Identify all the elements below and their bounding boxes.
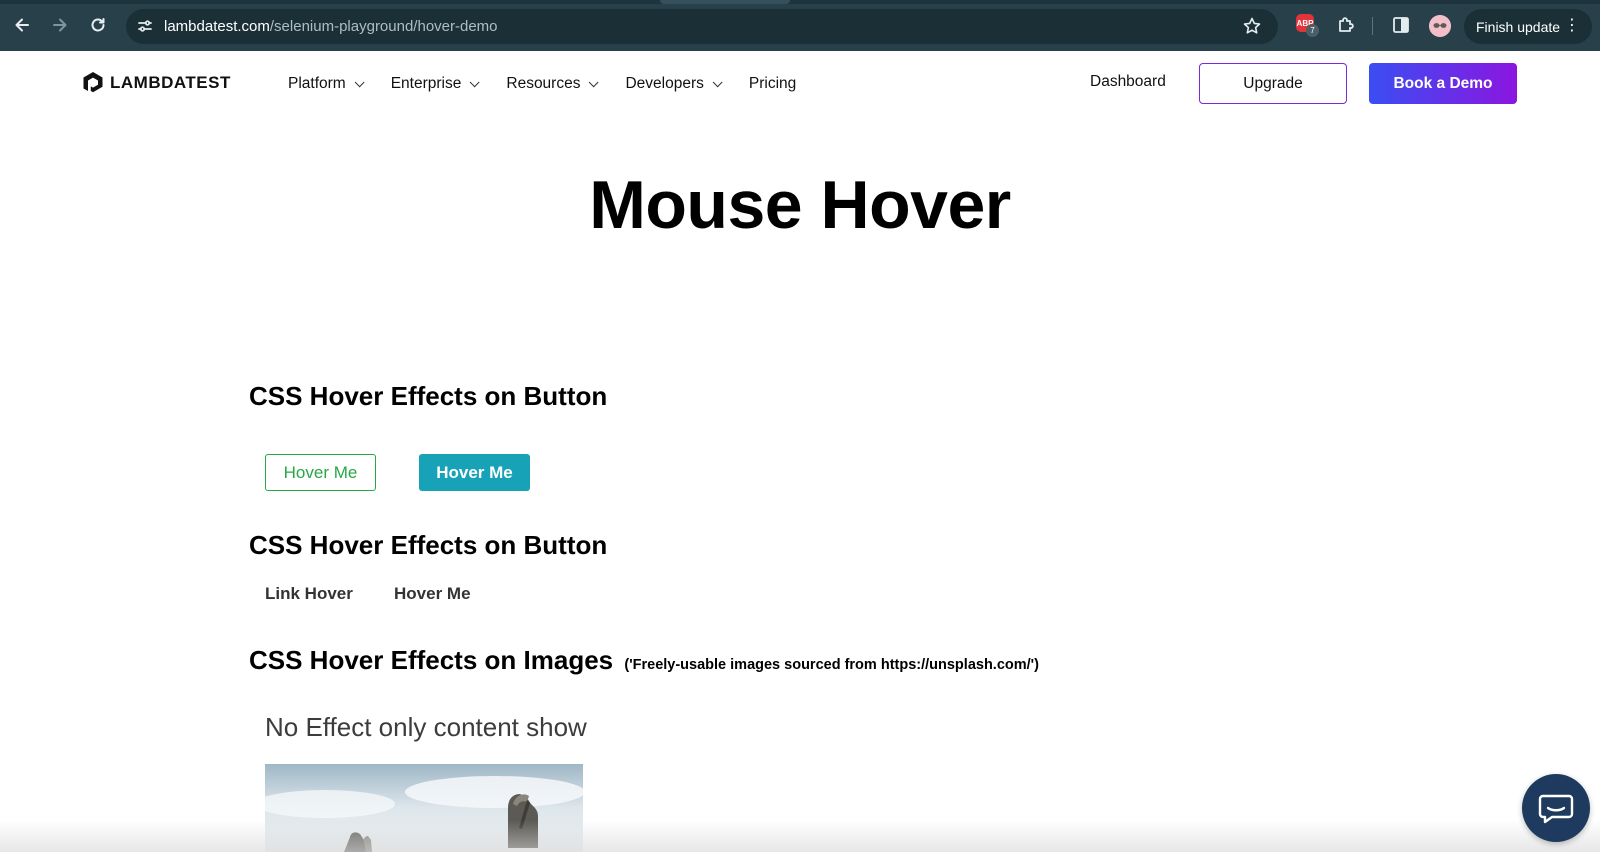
finish-update-button[interactable]: Finish update ⋮: [1464, 9, 1592, 44]
arrow-right-icon: [53, 18, 67, 32]
nav-resources-label: Resources: [506, 75, 581, 92]
browser-toolbar: lambdatest.com/selenium-playground/hover…: [0, 0, 1600, 51]
adblock-extension-button[interactable]: ABP 7: [1296, 14, 1319, 37]
profile-avatar[interactable]: [1429, 15, 1451, 37]
site-header: LAMBDATEST Platform Enterprise Resources…: [0, 51, 1600, 117]
logo-text: LAMBDATEST: [110, 73, 231, 92]
link-hover[interactable]: Link Hover: [265, 584, 353, 604]
toolbar-divider: [1372, 17, 1373, 35]
side-panel-button[interactable]: [1390, 14, 1412, 36]
chevron-down-icon: [354, 76, 365, 87]
nav-platform-label: Platform: [288, 75, 346, 92]
nav-enterprise[interactable]: Enterprise: [390, 75, 480, 93]
main-nav: Platform Enterprise Resources Developers…: [288, 51, 826, 117]
back-button[interactable]: [10, 13, 34, 37]
nav-pricing[interactable]: Pricing: [749, 75, 796, 93]
tune-icon[interactable]: [136, 17, 154, 35]
bottom-fade: [0, 820, 1600, 852]
reload-button[interactable]: [86, 13, 110, 37]
page-title: Mouse Hover: [589, 167, 1011, 243]
hover-me-filled-button[interactable]: Hover Me: [419, 454, 530, 491]
finish-update-label: Finish update: [1476, 18, 1561, 35]
url-path: /selenium-playground/hover-demo: [269, 18, 498, 35]
url-text[interactable]: lambdatest.com/selenium-playground/hover…: [164, 18, 498, 35]
pelican-photo: [265, 764, 583, 852]
puzzle-icon: [1339, 17, 1354, 32]
dashboard-link[interactable]: Dashboard: [1090, 73, 1166, 91]
chevron-down-icon: [712, 76, 723, 87]
extension-badge: 7: [1306, 24, 1319, 37]
nav-resources[interactable]: Resources: [506, 75, 600, 93]
section-title-images: CSS Hover Effects on Images ('Freely-usa…: [249, 645, 1039, 676]
tab-strip-edge: [0, 0, 1600, 4]
section-title-links: CSS Hover Effects on Button: [249, 530, 608, 560]
chat-bubble-icon: [1538, 794, 1574, 824]
forward-button[interactable]: [48, 13, 72, 37]
nav-platform[interactable]: Platform: [288, 75, 365, 93]
chevron-down-icon: [470, 76, 480, 87]
section-images-heading: CSS Hover Effects on Images: [249, 645, 614, 675]
lambdatest-logo-icon: [83, 72, 103, 93]
side-panel-icon: [1393, 17, 1409, 33]
section-images-note: ('Freely-usable images sourced from http…: [624, 657, 1039, 673]
book-demo-button[interactable]: Book a Demo: [1369, 63, 1517, 104]
chevron-down-icon: [589, 76, 600, 87]
url-domain: lambdatest.com: [164, 18, 270, 35]
address-bar[interactable]: lambdatest.com/selenium-playground/hover…: [126, 9, 1278, 44]
reload-icon: [91, 18, 105, 32]
star-icon[interactable]: [1242, 16, 1262, 36]
section-title-buttons: CSS Hover Effects on Button: [249, 381, 608, 411]
hover-me-outline-button[interactable]: Hover Me: [265, 454, 376, 491]
lambdatest-logo[interactable]: LAMBDATEST: [81, 70, 231, 96]
extensions-button[interactable]: [1335, 14, 1357, 36]
image-caption: No Effect only content show: [265, 712, 587, 742]
upgrade-button[interactable]: Upgrade: [1199, 63, 1347, 104]
chat-widget-button[interactable]: [1522, 774, 1590, 842]
kebab-menu-icon[interactable]: ⋮: [1564, 16, 1580, 36]
nav-pricing-label: Pricing: [748, 75, 797, 92]
nav-enterprise-label: Enterprise: [390, 75, 462, 92]
nav-developers-label: Developers: [625, 75, 704, 92]
avatar-icon: [1429, 15, 1451, 37]
pelican-image[interactable]: [265, 764, 583, 852]
nav-developers[interactable]: Developers: [625, 75, 723, 93]
arrow-left-icon: [15, 18, 29, 32]
hover-me-link[interactable]: Hover Me: [394, 584, 471, 604]
active-tab-edge[interactable]: [660, 0, 790, 4]
